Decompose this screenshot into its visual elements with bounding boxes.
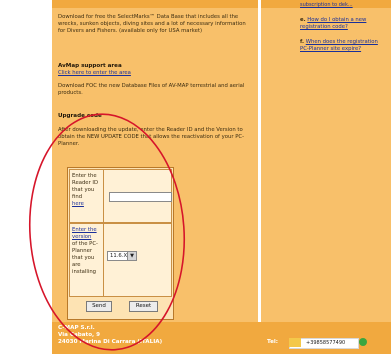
annotation-ellipse — [28, 113, 186, 351]
